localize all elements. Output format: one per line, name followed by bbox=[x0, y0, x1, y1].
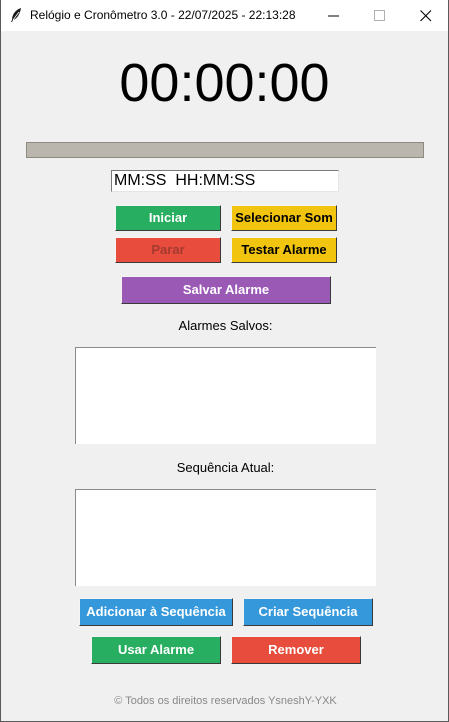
saved-alarms-label: Alarmes Salvos: bbox=[178, 318, 273, 333]
start-button-label: Iniciar bbox=[148, 210, 188, 225]
create-sequence-button-label: Criar Sequência bbox=[258, 604, 358, 619]
test-alarm-button[interactable]: Testar Alarme bbox=[231, 237, 337, 263]
add-to-sequence-button[interactable]: Adicionar à Sequência bbox=[79, 598, 233, 626]
remove-button-label: Remover bbox=[268, 642, 324, 657]
select-sound-button-label: Selecionar Som bbox=[235, 210, 333, 225]
current-sequence-label: Sequência Atual: bbox=[176, 460, 275, 475]
create-sequence-button[interactable]: Criar Sequência bbox=[243, 598, 373, 626]
minimize-icon bbox=[328, 15, 339, 17]
maximize-button[interactable] bbox=[357, 0, 403, 31]
maximize-icon bbox=[374, 10, 385, 21]
time-input[interactable] bbox=[111, 170, 339, 192]
saved-alarms-list[interactable] bbox=[75, 347, 376, 444]
remove-button[interactable]: Remover bbox=[231, 636, 361, 664]
close-icon bbox=[420, 10, 432, 22]
clock-display: 00:00:00 bbox=[119, 53, 330, 113]
stop-button-label: Parar bbox=[151, 242, 185, 257]
save-alarm-button[interactable]: Salvar Alarme bbox=[121, 276, 331, 304]
feather-icon bbox=[9, 7, 23, 23]
close-button[interactable] bbox=[403, 0, 449, 31]
select-sound-button[interactable]: Selecionar Som bbox=[231, 205, 337, 231]
app-window: Relógio e Cronômetro 3.0 - 22/07/2025 - … bbox=[0, 0, 449, 722]
save-alarm-button-label: Salvar Alarme bbox=[182, 282, 270, 297]
test-alarm-button-label: Testar Alarme bbox=[241, 242, 327, 257]
stop-button[interactable]: Parar bbox=[115, 237, 221, 263]
window-title: Relógio e Cronômetro 3.0 - 22/07/2025 - … bbox=[30, 8, 296, 22]
use-alarm-button-label: Usar Alarme bbox=[117, 642, 195, 657]
title-bar[interactable]: Relógio e Cronômetro 3.0 - 22/07/2025 - … bbox=[1, 0, 448, 31]
start-button[interactable]: Iniciar bbox=[115, 205, 221, 231]
add-to-sequence-button-label: Adicionar à Sequência bbox=[86, 604, 226, 619]
progress-bar bbox=[26, 142, 424, 158]
current-sequence-list[interactable] bbox=[75, 489, 376, 586]
use-alarm-button[interactable]: Usar Alarme bbox=[91, 636, 221, 664]
footer-copyright: © Todos os direitos reservados YsneshY-Y… bbox=[114, 695, 337, 707]
minimize-button[interactable] bbox=[311, 0, 357, 31]
